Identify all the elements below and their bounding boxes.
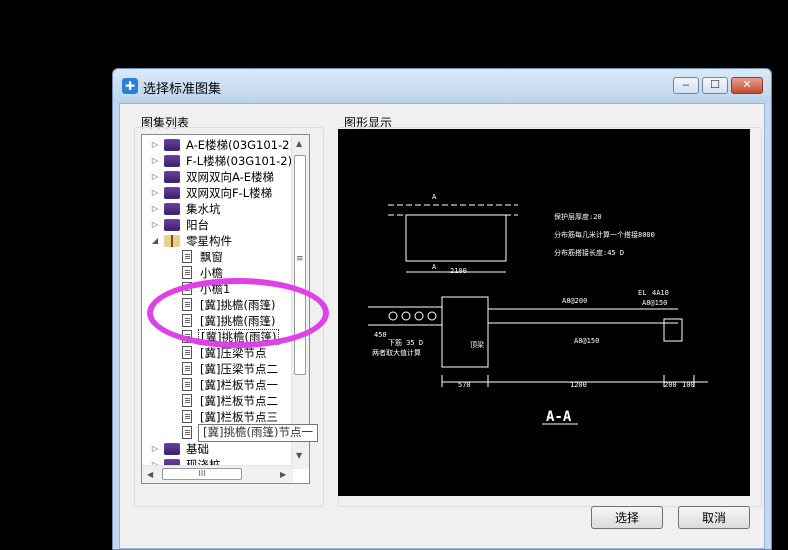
side-label-bottom-rebar: 下筋 35 D [388, 338, 423, 347]
section-mark-top: A [432, 193, 437, 201]
tree-expander-icon[interactable]: ▷ [150, 441, 160, 457]
tree-expander-icon[interactable]: ▷ [150, 169, 160, 185]
tree-item[interactable]: ▷ 集水坑 [142, 201, 293, 217]
tree-item-label: 飘窗 [200, 250, 223, 264]
book-icon [164, 171, 180, 183]
tree-expander-icon[interactable]: ▷ [150, 217, 160, 233]
tree-item-label: 零星构件 [186, 234, 232, 248]
tree-item-label: [冀]栏板节点三 [200, 410, 278, 424]
note-lap-spacing: 分布筋每几米计算一个搭接8000 [554, 230, 655, 239]
tree-item[interactable]: ▷ A-E楼梯(03G101-2) [142, 137, 294, 153]
book-icon [164, 155, 180, 167]
note-cover: 保护层厚度:20 [554, 212, 602, 221]
tree-item[interactable]: [冀]栏板节点一 [142, 377, 293, 393]
vertical-scroll-thumb[interactable]: ≡ [294, 155, 306, 375]
scroll-left-arrow[interactable]: ◀ [147, 470, 153, 479]
book-icon [164, 139, 180, 151]
tree-item-label: 阳台 [186, 218, 209, 232]
open-book-icon [164, 235, 180, 247]
side-label-max: 两者取大值计算 [372, 348, 421, 357]
tree-expander-icon[interactable]: ▷ [150, 185, 160, 201]
tree-item-label: 基础 [186, 442, 209, 456]
tree-item-label: 双网双向A-E楼梯 [186, 170, 275, 184]
book-icon [164, 203, 180, 215]
book-icon [164, 443, 180, 455]
cad-drawing: A A 2100 570 1200 200 100 A8@200 A8@150 … [368, 193, 708, 425]
title-bar[interactable]: ✚ 选择标准图集 ‒ ☐ ✕ [113, 69, 771, 103]
dim-570: 570 [458, 381, 471, 389]
end-curb [663, 318, 683, 342]
document-icon [182, 394, 192, 407]
rebar-label-2: A8@150 [574, 337, 599, 345]
tree-item-label: A-E楼梯(03G101-2) [186, 138, 294, 152]
tree-item-label: [冀]栏板节点二 [200, 394, 278, 408]
tree-item[interactable]: [冀]栏板节点三 [142, 409, 293, 425]
tree-item[interactable]: ▷ 基础 [142, 441, 293, 457]
minimize-button[interactable]: ‒ [673, 77, 699, 94]
tree-item-label: 双网双向F-L楼梯 [186, 186, 273, 200]
document-icon [182, 378, 192, 391]
tree-item[interactable]: ▷ 双网双向F-L楼梯 [142, 185, 293, 201]
rebar-label-el: EL [638, 289, 646, 297]
rebar-label-4a10: 4A10 [652, 289, 669, 297]
tree-expander-icon[interactable]: ◢ [150, 233, 160, 249]
scroll-down-arrow[interactable]: ▼ [296, 451, 302, 460]
select-button[interactable]: 选择 [591, 506, 663, 529]
highlight-ellipse [147, 278, 329, 348]
side-note-beam: 顶梁 [470, 340, 484, 349]
document-icon [182, 426, 192, 439]
tree-item[interactable]: [冀]栏板节点二 [142, 393, 293, 409]
scroll-right-arrow[interactable]: ▶ [280, 470, 286, 479]
tree-item[interactable]: [冀]压梁节点 [142, 345, 293, 361]
rebar-label-1: A8@200 [562, 297, 587, 305]
document-icon [182, 346, 192, 359]
tree-item[interactable]: ▷ 阳台 [142, 217, 293, 233]
thumb-grip: ≡ [296, 254, 304, 264]
tree-item[interactable]: 飘窗 [142, 249, 293, 265]
tree-expander-icon[interactable]: ▷ [150, 137, 160, 153]
dim-1200: 1200 [570, 381, 587, 389]
tree-item-label: F-L楼梯(03G101-2) [186, 154, 293, 168]
document-icon [182, 362, 192, 375]
side-label-450: 450 [374, 331, 387, 339]
tree-expander-icon[interactable]: ▷ [150, 153, 160, 169]
tree-item[interactable]: [冀]压梁节点二 [142, 361, 293, 377]
book-icon [164, 187, 180, 199]
dim-100: 100 [682, 381, 695, 389]
app-icon: ✚ [122, 78, 138, 94]
note-lap-length: 分布筋搭接长度:45 D [554, 248, 624, 257]
scroll-up-arrow[interactable]: ▲ [296, 139, 302, 148]
section-caption: A-A [546, 409, 572, 425]
dim-200: 200 [664, 381, 677, 389]
drawing-preview: A A 2100 570 1200 200 100 A8@200 A8@150 … [338, 129, 750, 496]
close-button[interactable]: ✕ [731, 77, 763, 94]
document-icon [182, 266, 192, 279]
horizontal-scroll-thumb[interactable]: III [162, 468, 242, 480]
dim-2100: 2100 [450, 267, 467, 275]
horizontal-scrollbar[interactable]: ◀ III ▶ [142, 465, 293, 483]
tree-item[interactable]: ▷ 双网双向A-E楼梯 [142, 169, 293, 185]
book-icon [164, 219, 180, 231]
tree-item-label: [冀]压梁节点二 [200, 362, 278, 376]
rebar-label-3: A8@150 [642, 299, 667, 307]
document-icon [182, 410, 192, 423]
tree-item-label: [冀]栏板节点一 [200, 378, 278, 392]
document-icon [182, 250, 192, 263]
dialog-title: 选择标准图集 [143, 82, 222, 97]
beam-section [405, 214, 507, 262]
tree-item[interactable]: ◢ 零星构件 [142, 233, 293, 249]
tree-item-label: 集水坑 [186, 202, 221, 216]
support-beam [441, 296, 489, 368]
tree-item[interactable]: ▷ F-L楼梯(03G101-2) [142, 153, 293, 169]
tree-expander-icon[interactable]: ▷ [150, 201, 160, 217]
section-mark-bottom: A [432, 263, 437, 271]
maximize-button[interactable]: ☐ [702, 77, 728, 94]
cancel-button[interactable]: 取消 [678, 506, 750, 529]
item-tooltip: [冀]挑檐(雨篷)节点一 [198, 424, 318, 442]
